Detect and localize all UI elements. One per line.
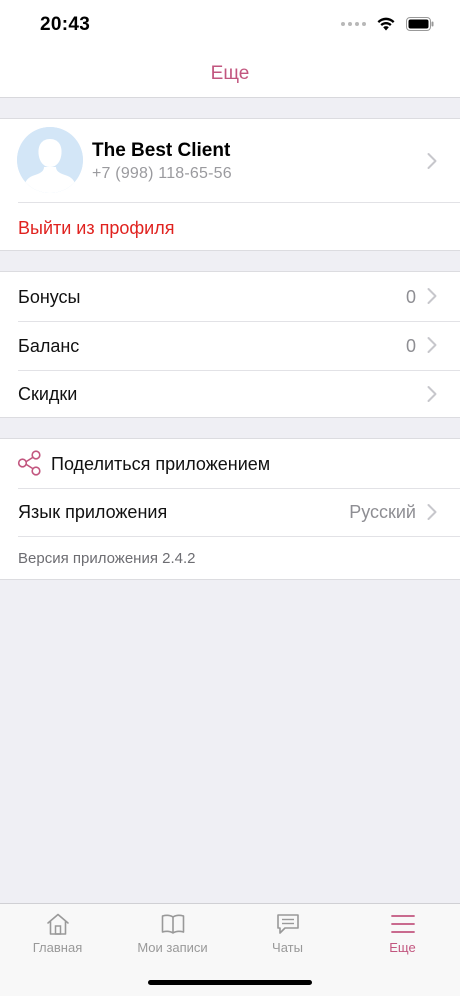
chevron-right-icon: [427, 504, 437, 520]
cellular-signal-icon: [341, 21, 366, 26]
share-app-label: Поделиться приложением: [51, 454, 271, 474]
balance-label: Баланс: [18, 336, 80, 356]
home-indicator[interactable]: [148, 980, 312, 985]
profile-name: The Best Client: [92, 140, 231, 161]
more-screen: 20:43 Еще The Best Client +7 (998) 118-6…: [0, 0, 460, 996]
chevron-right-icon: [427, 337, 437, 353]
language-label: Язык приложения: [18, 502, 168, 522]
tab-chats-label: Чаты: [272, 940, 303, 955]
discounts-row[interactable]: Скидки: [0, 370, 460, 418]
menu-icon: [390, 915, 415, 933]
book-icon: [161, 914, 184, 934]
status-time: 20:43: [40, 14, 91, 35]
home-icon: [46, 913, 69, 935]
app-section: Поделиться приложением Язык приложения Р…: [0, 438, 460, 580]
profile-phone: +7 (998) 118-65-56: [92, 165, 232, 182]
balance-row[interactable]: Баланс 0: [0, 321, 460, 370]
chevron-right-icon: [427, 288, 437, 304]
tab-chats[interactable]: Чаты: [230, 912, 345, 962]
user-placeholder-icon: [17, 127, 83, 193]
tab-my-bookings[interactable]: Мои записи: [115, 912, 230, 962]
account-section: Бонусы 0 Баланс 0 Скидки: [0, 271, 460, 418]
avatar: [17, 127, 83, 193]
tab-more[interactable]: Еще: [345, 912, 460, 962]
page-title: Еще: [210, 62, 250, 84]
navigation-bar: Еще: [0, 50, 460, 98]
discounts-label: Скидки: [18, 384, 78, 404]
chevron-right-icon: [427, 153, 437, 169]
bonuses-label: Бонусы: [18, 287, 81, 307]
divider: [18, 202, 460, 203]
logout-button[interactable]: Выйти из профиля: [18, 218, 175, 239]
divider: [18, 536, 460, 537]
share-icon: [17, 450, 41, 476]
balance-value: 0: [405, 336, 416, 356]
tab-home[interactable]: Главная: [0, 912, 115, 962]
share-app-row[interactable]: Поделиться приложением: [0, 439, 460, 488]
bonuses-value: 0: [405, 287, 416, 307]
chevron-right-icon: [427, 386, 437, 402]
profile-section: The Best Client +7 (998) 118-65-56 Выйти…: [0, 118, 460, 251]
language-value: Русский: [349, 502, 416, 522]
app-version: Версия приложения 2.4.2: [18, 550, 196, 567]
status-bar: 20:43: [0, 0, 460, 50]
tab-more-label: Еще: [389, 940, 416, 955]
wifi-icon: [377, 17, 395, 31]
language-row[interactable]: Язык приложения Русский: [0, 488, 460, 536]
status-icons: [341, 16, 434, 31]
bonuses-row[interactable]: Бонусы 0: [0, 272, 460, 321]
tab-my-bookings-label: Мои записи: [137, 940, 208, 955]
chat-icon: [276, 914, 299, 934]
profile-row[interactable]: The Best Client +7 (998) 118-65-56: [0, 119, 460, 202]
battery-icon: [406, 16, 434, 31]
tab-home-label: Главная: [32, 940, 83, 955]
